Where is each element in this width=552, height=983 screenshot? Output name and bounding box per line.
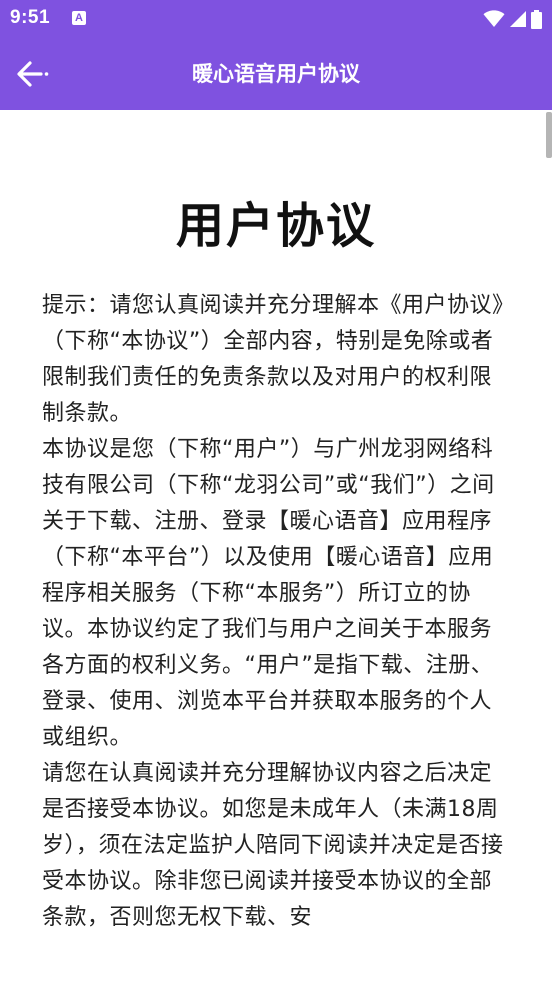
arrow-back-icon (17, 61, 49, 87)
back-button[interactable] (16, 56, 64, 92)
agreement-content[interactable]: 用户协议 提示：请您认真阅读并充分理解本《用户协议》（下称“本协议”）全部内容，… (0, 110, 552, 983)
cellular-signal-icon (510, 11, 526, 27)
battery-icon (531, 9, 542, 29)
notification-icon: A (72, 11, 86, 25)
agreement-body: 提示：请您认真阅读并充分理解本《用户协议》（下称“本协议”）全部内容，特别是免除… (42, 288, 512, 936)
status-time: 9:51 (10, 7, 51, 28)
paragraph-tip: 提示：请您认真阅读并充分理解本《用户协议》（下称“本协议”）全部内容，特别是免除… (42, 293, 504, 426)
status-bar: 9:51 A (0, 0, 552, 38)
scrollbar[interactable] (546, 112, 552, 158)
status-icons (483, 9, 542, 29)
document-title: 用户协议 (175, 198, 376, 254)
paragraph-parties: 本协议是您（下称“用户”）与广州龙羽网络科技有限公司（下称“龙羽公司”或“我们”… (42, 437, 495, 750)
paragraph-acceptance: 请您在认真阅读并充分理解协议内容之后决定是否接受本协议。如您是未成年人（未满18… (42, 761, 504, 930)
wifi-icon (483, 10, 505, 27)
app-bar-title: 暖心语音用户协议 (192, 62, 360, 86)
app-bar: 暖心语音用户协议 (0, 38, 552, 110)
